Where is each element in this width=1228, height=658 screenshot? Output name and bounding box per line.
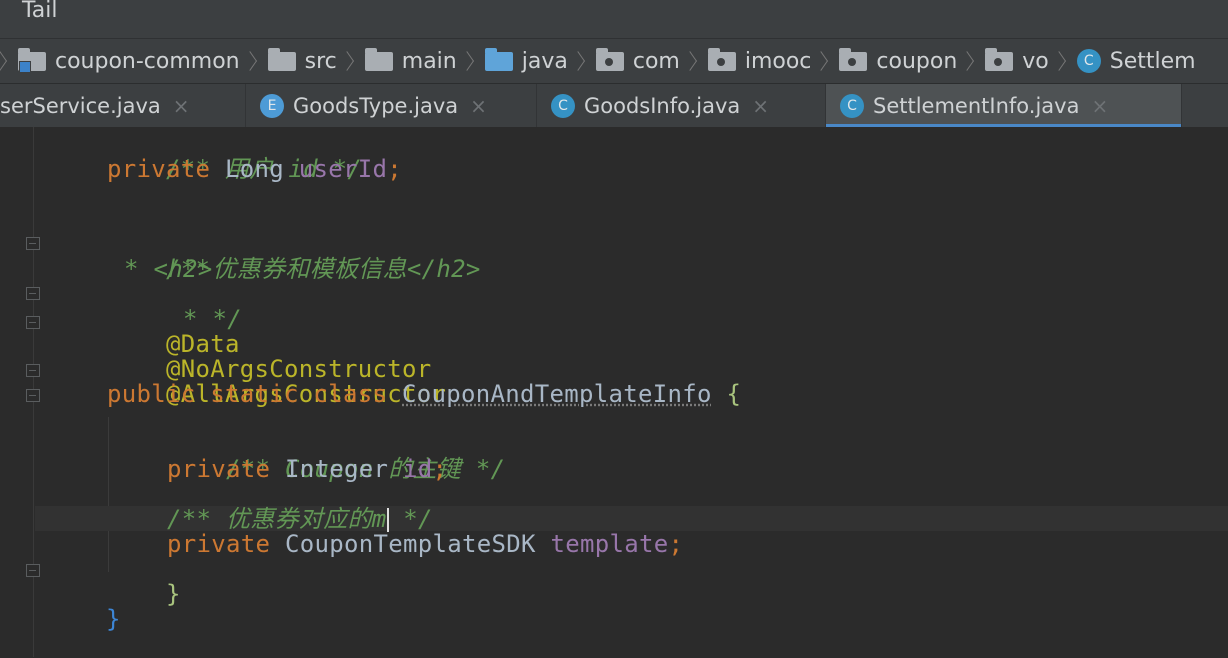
package-icon	[707, 47, 736, 71]
breadcrumb-item-coupon[interactable]: coupon	[811, 39, 957, 83]
breadcrumb-item-vo[interactable]: vo	[957, 39, 1049, 83]
code-line-16: private CouponTemplateSDK template;	[167, 532, 683, 557]
tab-label: serService.java	[0, 93, 161, 118]
class-icon: C	[1076, 49, 1101, 73]
chevron-right-icon	[682, 51, 697, 71]
code-line-2: private Long userId;	[107, 157, 402, 182]
breadcrumb-item-src[interactable]: src	[240, 39, 337, 83]
breadcrumb: coupon-common src main java com imooc co…	[0, 39, 1228, 84]
type-name: Integer	[285, 455, 389, 483]
chevron-right-icon	[242, 51, 257, 71]
comment-text: /** 优惠券对应的m	[167, 505, 387, 533]
chevron-right-icon	[459, 51, 474, 71]
fold-icon[interactable]	[26, 287, 40, 300]
breadcrumb-label: com	[632, 48, 680, 74]
breadcrumb-item-imooc[interactable]: imooc	[680, 39, 812, 83]
chevron-right-icon	[0, 51, 7, 71]
code-line-10: public static class CouponAndTemplateInf…	[107, 382, 741, 407]
close-icon[interactable]: ×	[470, 94, 487, 118]
breadcrumb-label: Settlem	[1109, 48, 1196, 74]
class-icon: C	[840, 93, 864, 118]
fold-icon[interactable]	[26, 389, 40, 402]
chevron-right-icon	[814, 51, 829, 71]
breadcrumb-item-settlementinfo[interactable]: C Settlem	[1049, 39, 1196, 83]
enum-icon: E	[260, 93, 284, 118]
tab-settlementinfo[interactable]: C SettlementInfo.java ×	[826, 84, 1182, 127]
type-name: Long	[225, 155, 284, 183]
brace-close: }	[166, 580, 181, 608]
tab-userservice[interactable]: serService.java ×	[0, 84, 246, 127]
menu-item-tail[interactable]: Tail	[22, 0, 58, 23]
breadcrumb-item-coupon-common[interactable]: coupon-common	[0, 39, 240, 83]
breadcrumb-label: coupon	[876, 48, 958, 74]
code-line-15: /** 优惠券对应的m */	[167, 507, 433, 532]
class-name: CouponAndTemplateInfo	[402, 380, 712, 408]
semicolon: ;	[668, 530, 684, 558]
package-icon	[839, 47, 868, 71]
close-icon[interactable]: ×	[173, 94, 190, 118]
breadcrumb-item-java[interactable]: java	[457, 39, 568, 83]
doc-star: *	[124, 255, 154, 283]
comment-end: */	[388, 505, 433, 533]
tab-goodsinfo[interactable]: C GoodsInfo.java ×	[537, 84, 826, 127]
brace-close-outer: }	[106, 605, 121, 633]
breadcrumb-item-main[interactable]: main	[337, 39, 457, 83]
tab-label: GoodsInfo.java	[584, 93, 741, 118]
fold-icon[interactable]	[26, 564, 40, 577]
fold-icon[interactable]	[26, 237, 40, 250]
field-name: userId	[298, 155, 388, 183]
code-line-18: }	[47, 582, 121, 657]
breadcrumb-label: src	[304, 48, 337, 74]
tab-label: SettlementInfo.java	[873, 93, 1080, 118]
package-icon	[595, 47, 624, 71]
chevron-right-icon	[339, 51, 354, 71]
keyword: private	[107, 155, 211, 183]
keyword: private	[167, 530, 271, 558]
html-tag-open: <h2>	[153, 255, 213, 283]
field-name: template	[550, 530, 669, 558]
chevron-right-icon	[1051, 51, 1066, 71]
close-icon[interactable]: ×	[1091, 94, 1108, 118]
class-icon: C	[551, 93, 575, 118]
breadcrumb-label: imooc	[744, 48, 812, 74]
code-editor[interactable]: /** 用户 id */ private Long userId; /** * …	[0, 127, 1228, 657]
semicolon: ;	[387, 155, 402, 183]
tab-goodstype[interactable]: E GoodsType.java ×	[246, 84, 537, 127]
fold-icon[interactable]	[26, 316, 40, 329]
html-tag-close: </h2>	[406, 255, 481, 283]
breadcrumb-item-com[interactable]: com	[568, 39, 680, 83]
folder-icon	[364, 47, 393, 71]
breadcrumb-label: coupon-common	[55, 48, 240, 74]
keyword: private	[167, 455, 271, 483]
package-icon	[985, 47, 1014, 71]
folder-icon	[267, 47, 296, 71]
breadcrumb-label: main	[401, 48, 457, 74]
menu-bar: Tail	[0, 0, 1228, 39]
type-name: CouponTemplateSDK	[285, 530, 536, 558]
field-name: id	[403, 455, 433, 483]
brace-open: {	[726, 380, 742, 408]
code-line-13: private Integer id;	[167, 457, 447, 482]
editor-tabs: serService.java × E GoodsType.java × C G…	[0, 84, 1228, 127]
source-folder-icon	[484, 47, 513, 71]
module-folder-icon	[18, 47, 46, 73]
keyword: public static class	[107, 380, 388, 408]
doc-text: 优惠券和模板信息	[212, 255, 407, 283]
breadcrumb-label: java	[521, 48, 568, 74]
semicolon: ;	[432, 455, 448, 483]
indent-guide	[108, 417, 109, 572]
breadcrumb-label: vo	[1022, 48, 1049, 74]
code-line-5: * <h2>优惠券和模板信息</h2>	[124, 257, 481, 282]
chevron-right-icon	[570, 51, 585, 71]
fold-icon[interactable]	[26, 364, 40, 377]
chevron-right-icon	[960, 51, 975, 71]
close-icon[interactable]: ×	[752, 94, 769, 118]
tab-label: GoodsType.java	[293, 93, 459, 118]
